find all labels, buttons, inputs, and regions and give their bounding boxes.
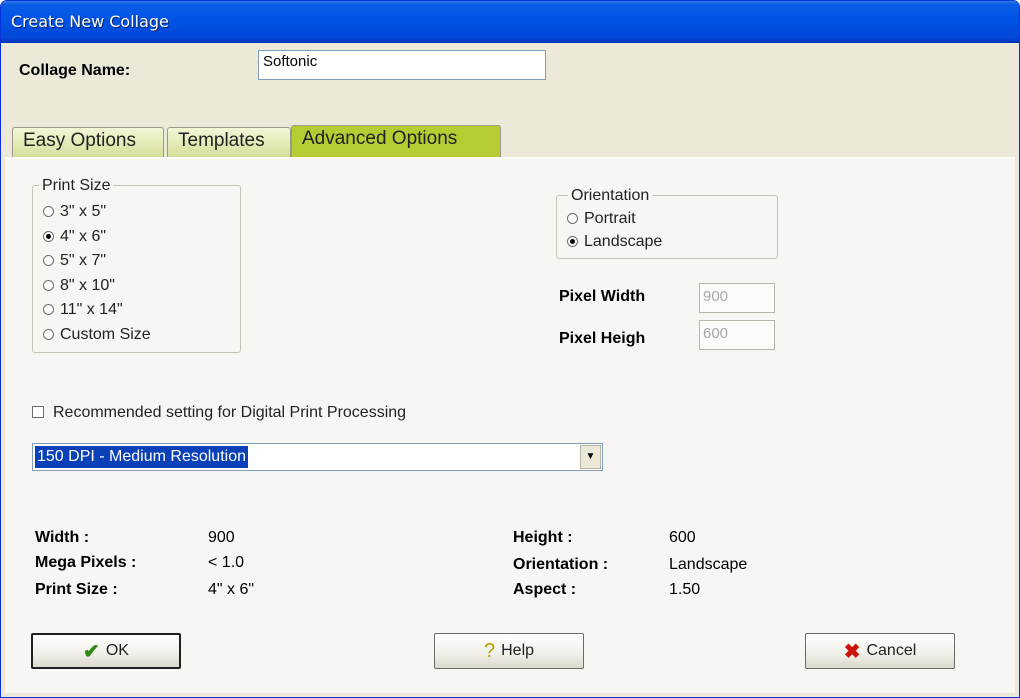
resolution-dropdown[interactable]: 150 DPI - Medium Resolution ▼ — [32, 443, 603, 471]
radio-label: 4" x 6" — [60, 228, 107, 245]
radio-button-icon — [43, 206, 54, 217]
height-summary-value: 600 — [669, 529, 696, 546]
radio-button-icon — [43, 255, 54, 266]
tab-templates[interactable]: Templates — [167, 127, 291, 157]
checkbox-icon — [32, 406, 44, 418]
width-summary-label: Width : — [35, 529, 90, 546]
width-summary-value: 900 — [208, 529, 235, 546]
tab-easy-options[interactable]: Easy Options — [12, 127, 164, 157]
radio-button-icon — [43, 280, 54, 291]
print-size-5x7-radio[interactable]: 5" x 7" — [43, 252, 106, 270]
orientation-summary-value: Landscape — [669, 556, 748, 573]
radio-label: 3" x 5" — [60, 203, 107, 220]
question-mark-icon: ? — [483, 639, 496, 662]
pixel-width-input[interactable]: 900 — [699, 283, 775, 313]
orientation-landscape-radio[interactable]: Landscape — [567, 233, 662, 251]
aspect-summary-label: Aspect : — [513, 581, 577, 598]
dialog-body: Collage Name: Softonic Easy Options Temp… — [5, 43, 1015, 693]
radio-button-icon — [567, 213, 578, 224]
megapixels-summary-value: < 1.0 — [208, 554, 245, 571]
ok-button[interactable]: ✔ OK — [31, 633, 181, 669]
dropdown-arrow-icon[interactable]: ▼ — [580, 445, 601, 469]
radio-button-selected-icon — [567, 236, 578, 247]
print-size-8x10-radio[interactable]: 8" x 10" — [43, 277, 115, 295]
print-size-custom-radio[interactable]: Custom Size — [43, 326, 151, 344]
close-icon: ✖ — [843, 640, 861, 663]
title-bar[interactable]: Create New Collage — [1, 1, 1019, 43]
pixel-height-input[interactable]: 600 — [699, 320, 775, 350]
resolution-selected-value: 150 DPI - Medium Resolution — [35, 446, 248, 468]
print-size-11x14-radio[interactable]: 11" x 14" — [43, 301, 123, 319]
radio-label: 11" x 14" — [60, 301, 123, 318]
print-size-3x5-radio[interactable]: 3" x 5" — [43, 203, 106, 221]
checkbox-label: Recommended setting for Digital Print Pr… — [53, 404, 407, 421]
cancel-button-label: Cancel — [866, 642, 917, 659]
print-size-4x6-radio[interactable]: 4" x 6" — [43, 228, 106, 246]
radio-button-icon — [43, 304, 54, 315]
megapixels-summary-label: Mega Pixels : — [35, 554, 137, 571]
radio-button-selected-icon — [43, 231, 54, 242]
radio-button-icon — [43, 329, 54, 340]
print-size-legend: Print Size — [39, 177, 114, 195]
help-button[interactable]: ? Help — [434, 633, 584, 669]
orientation-summary-label: Orientation : — [513, 556, 609, 573]
aspect-summary-value: 1.50 — [669, 581, 701, 598]
window-title: Create New Collage — [11, 12, 169, 31]
recommended-setting-checkbox[interactable]: Recommended setting for Digital Print Pr… — [32, 404, 406, 422]
check-icon: ✔ — [83, 640, 100, 663]
radio-label: 8" x 10" — [60, 277, 115, 294]
orientation-portrait-radio[interactable]: Portrait — [567, 210, 636, 228]
orientation-legend: Orientation — [568, 187, 653, 205]
advanced-options-panel: Print Size 3" x 5" 4" x 6" 5" x 7" 8" x … — [5, 159, 1015, 693]
collage-name-input[interactable]: Softonic — [258, 50, 546, 80]
radio-label: 5" x 7" — [60, 252, 107, 269]
collage-name-label: Collage Name: — [19, 62, 131, 79]
pixel-width-label: Pixel Width — [559, 288, 646, 305]
radio-label: Landscape — [584, 233, 663, 250]
radio-label: Portrait — [584, 210, 636, 227]
tab-advanced-options[interactable]: Advanced Options — [291, 125, 501, 159]
ok-button-label: OK — [105, 642, 129, 659]
radio-label: Custom Size — [60, 326, 151, 343]
create-collage-dialog: Create New Collage Collage Name: Softoni… — [0, 0, 1020, 698]
printsize-summary-label: Print Size : — [35, 581, 118, 598]
pixel-height-label: Pixel Heigh — [559, 330, 646, 347]
height-summary-label: Height : — [513, 529, 573, 546]
printsize-summary-value: 4" x 6" — [208, 581, 255, 598]
cancel-button[interactable]: ✖ Cancel — [805, 633, 955, 669]
help-button-label: Help — [501, 642, 535, 659]
